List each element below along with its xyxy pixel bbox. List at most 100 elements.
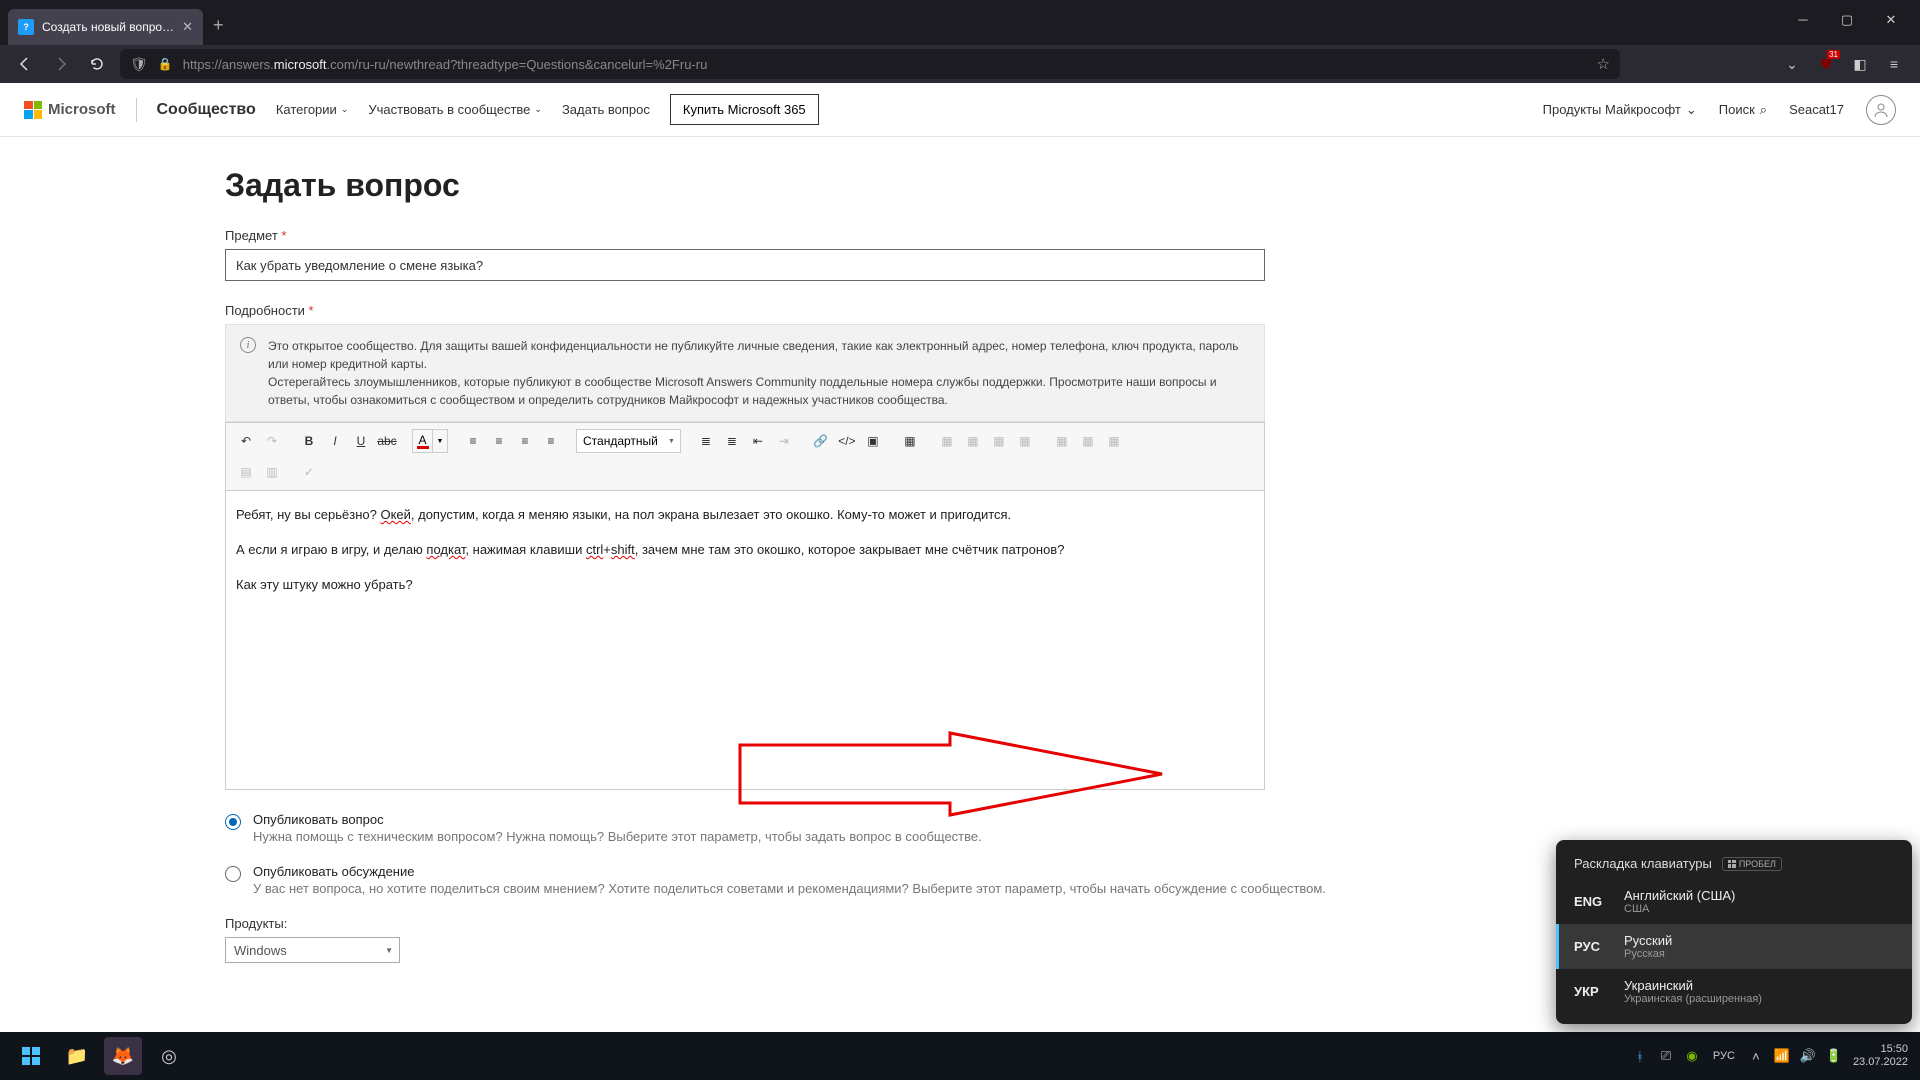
table-button[interactable]: ▦ <box>898 429 922 453</box>
table-del-col-button[interactable]: ▦ <box>1076 429 1100 453</box>
ms-logo-icon <box>24 101 42 119</box>
language-indicator[interactable]: РУС <box>1709 1050 1739 1062</box>
radio-input[interactable] <box>225 866 241 882</box>
align-center-button[interactable]: ≡ <box>487 429 511 453</box>
address-bar[interactable]: 🛡 🔒 https://answers.microsoft.com/ru-ru/… <box>120 49 1620 79</box>
firefox-icon[interactable]: 🦊 <box>104 1037 142 1075</box>
align-left-button[interactable]: ≡ <box>461 429 485 453</box>
link-button[interactable]: 🔗 <box>809 429 833 453</box>
text-color-button[interactable]: A▼ <box>412 429 448 453</box>
community-link[interactable]: Сообщество <box>157 101 256 119</box>
bookmark-icon[interactable]: ☆ <box>1597 55 1610 73</box>
menu-icon[interactable]: ≡ <box>1880 50 1908 78</box>
radio-desc: Нужна помощь с техническим вопросом? Нуж… <box>253 829 982 844</box>
reload-button[interactable] <box>84 51 110 77</box>
outdent-button[interactable]: ⇤ <box>746 429 770 453</box>
site-header: Microsoft Сообщество Категории⌄ Участвов… <box>0 83 1920 137</box>
close-tab-icon[interactable]: ✕ <box>182 19 193 35</box>
obs-icon[interactable]: ◎ <box>150 1037 188 1075</box>
lock-icon[interactable]: 🔒 <box>158 57 173 71</box>
chevron-down-icon: ⌄ <box>534 104 542 115</box>
volume-icon[interactable]: 🔊 <box>1799 1047 1817 1065</box>
maximize-button[interactable]: ▢ <box>1826 4 1868 36</box>
avatar-icon[interactable] <box>1866 95 1896 125</box>
browser-chrome: ? Создать новый вопрос или на ✕ + ─ ▢ ✕ … <box>0 0 1920 83</box>
radio-desc: У вас нет вопроса, но хотите поделиться … <box>253 881 1326 896</box>
redo-button[interactable]: ↷ <box>260 429 284 453</box>
table-col-button[interactable]: ▦ <box>961 429 985 453</box>
close-window-button[interactable]: ✕ <box>1870 4 1912 36</box>
editor-toolbar: ↶ ↷ B I U abc A▼ ≡ ≡ ≡ ≡ Стандартный ≣ ≣… <box>225 422 1265 490</box>
divider <box>136 98 137 122</box>
products-label: Продукты: <box>225 916 1695 931</box>
browser-toolbar: 🛡 🔒 https://answers.microsoft.com/ru-ru/… <box>0 45 1920 83</box>
extra-button-2[interactable]: ▥ <box>260 460 284 484</box>
back-button[interactable] <box>12 51 38 77</box>
indent-button[interactable]: ⇥ <box>772 429 796 453</box>
microsoft-logo[interactable]: Microsoft <box>24 101 116 119</box>
nav-categories[interactable]: Категории⌄ <box>276 102 349 117</box>
page-title: Задать вопрос <box>225 167 1695 204</box>
table-del-row-button[interactable]: ▦ <box>1050 429 1074 453</box>
start-button[interactable] <box>12 1037 50 1075</box>
browser-tab[interactable]: ? Создать новый вопрос или на ✕ <box>8 9 203 45</box>
battery-icon[interactable]: 🔋 <box>1825 1047 1843 1065</box>
ordered-list-button[interactable]: ≣ <box>694 429 718 453</box>
shield-icon[interactable]: 🛡 <box>130 56 148 73</box>
shortcut-hint: ПРОБЕЛ <box>1722 857 1782 871</box>
file-explorer-icon[interactable]: 📁 <box>58 1037 96 1075</box>
italic-button[interactable]: I <box>323 429 347 453</box>
clock[interactable]: 15:50 23.07.2022 <box>1853 1043 1908 1069</box>
pocket-icon[interactable]: ⌄ <box>1778 50 1806 78</box>
buy-365-button[interactable]: Купить Microsoft 365 <box>670 94 819 125</box>
publish-type-radios: Опубликовать вопрос Нужна помощь с техни… <box>225 812 1695 896</box>
image-button[interactable]: ▣ <box>861 429 885 453</box>
table-row-button[interactable]: ▦ <box>935 429 959 453</box>
username[interactable]: Seacat17 <box>1789 102 1844 117</box>
unordered-list-button[interactable]: ≣ <box>720 429 744 453</box>
ublock-icon[interactable]: ⛊31 <box>1812 50 1840 78</box>
radio-discussion[interactable]: Опубликовать обсуждение У вас нет вопрос… <box>225 864 1695 896</box>
nvidia-icon[interactable]: ◉ <box>1683 1047 1701 1065</box>
lang-popup-header: Раскладка клавиатуры ПРОБЕЛ <box>1556 850 1912 879</box>
align-right-button[interactable]: ≡ <box>513 429 537 453</box>
search-icon: ⌕ <box>1760 102 1767 118</box>
annotation-arrow <box>738 731 1164 817</box>
chevron-up-icon[interactable]: ˄ <box>1747 1047 1765 1065</box>
notice-text-2: Остерегайтесь злоумышленников, которые п… <box>268 373 1250 409</box>
url-text: https://answers.microsoft.com/ru-ru/newt… <box>183 57 1587 72</box>
search-button[interactable]: Поиск⌕ <box>1719 102 1767 118</box>
products-dropdown[interactable]: Продукты Майкрософт⌄ <box>1543 102 1697 118</box>
radio-title: Опубликовать обсуждение <box>253 864 1326 879</box>
new-tab-button[interactable]: + <box>213 15 224 36</box>
bold-button[interactable]: B <box>297 429 321 453</box>
subject-input[interactable] <box>225 249 1265 281</box>
lang-item-eng[interactable]: ENG Английский (США)США <box>1556 879 1912 924</box>
radio-input[interactable] <box>225 814 241 830</box>
bluetooth-icon[interactable]: ᚼ <box>1631 1047 1649 1065</box>
style-select[interactable]: Стандартный <box>576 429 681 453</box>
lang-item-ukr[interactable]: УКР УкраинскийУкраинская (расширенная) <box>1556 969 1912 1014</box>
chevron-down-icon: ⌄ <box>341 104 349 115</box>
nav-ask[interactable]: Задать вопрос <box>562 102 650 117</box>
tray-icon-1[interactable]: ⎚ <box>1657 1047 1675 1065</box>
code-button[interactable]: </> <box>835 429 859 453</box>
forward-button[interactable] <box>48 51 74 77</box>
spellcheck-button[interactable]: ✓ <box>297 460 321 484</box>
lang-item-rus[interactable]: РУС РусскийРусская <box>1556 924 1912 969</box>
table-del-button[interactable]: ▦ <box>1102 429 1126 453</box>
strike-button[interactable]: abc <box>375 429 399 453</box>
table-merge-button[interactable]: ▦ <box>1013 429 1037 453</box>
window-controls: ─ ▢ ✕ <box>1782 4 1912 36</box>
minimize-button[interactable]: ─ <box>1782 4 1824 36</box>
products-select[interactable]: Windows <box>225 937 400 963</box>
favicon-icon: ? <box>18 19 34 35</box>
align-justify-button[interactable]: ≡ <box>539 429 563 453</box>
wifi-icon[interactable]: 📶 <box>1773 1047 1791 1065</box>
extra-button-1[interactable]: ▤ <box>234 460 258 484</box>
extensions-icon[interactable]: ◧ <box>1846 50 1874 78</box>
undo-button[interactable]: ↶ <box>234 429 258 453</box>
nav-participate[interactable]: Участвовать в сообществе⌄ <box>368 102 542 117</box>
table-cell-button[interactable]: ▦ <box>987 429 1011 453</box>
underline-button[interactable]: U <box>349 429 373 453</box>
